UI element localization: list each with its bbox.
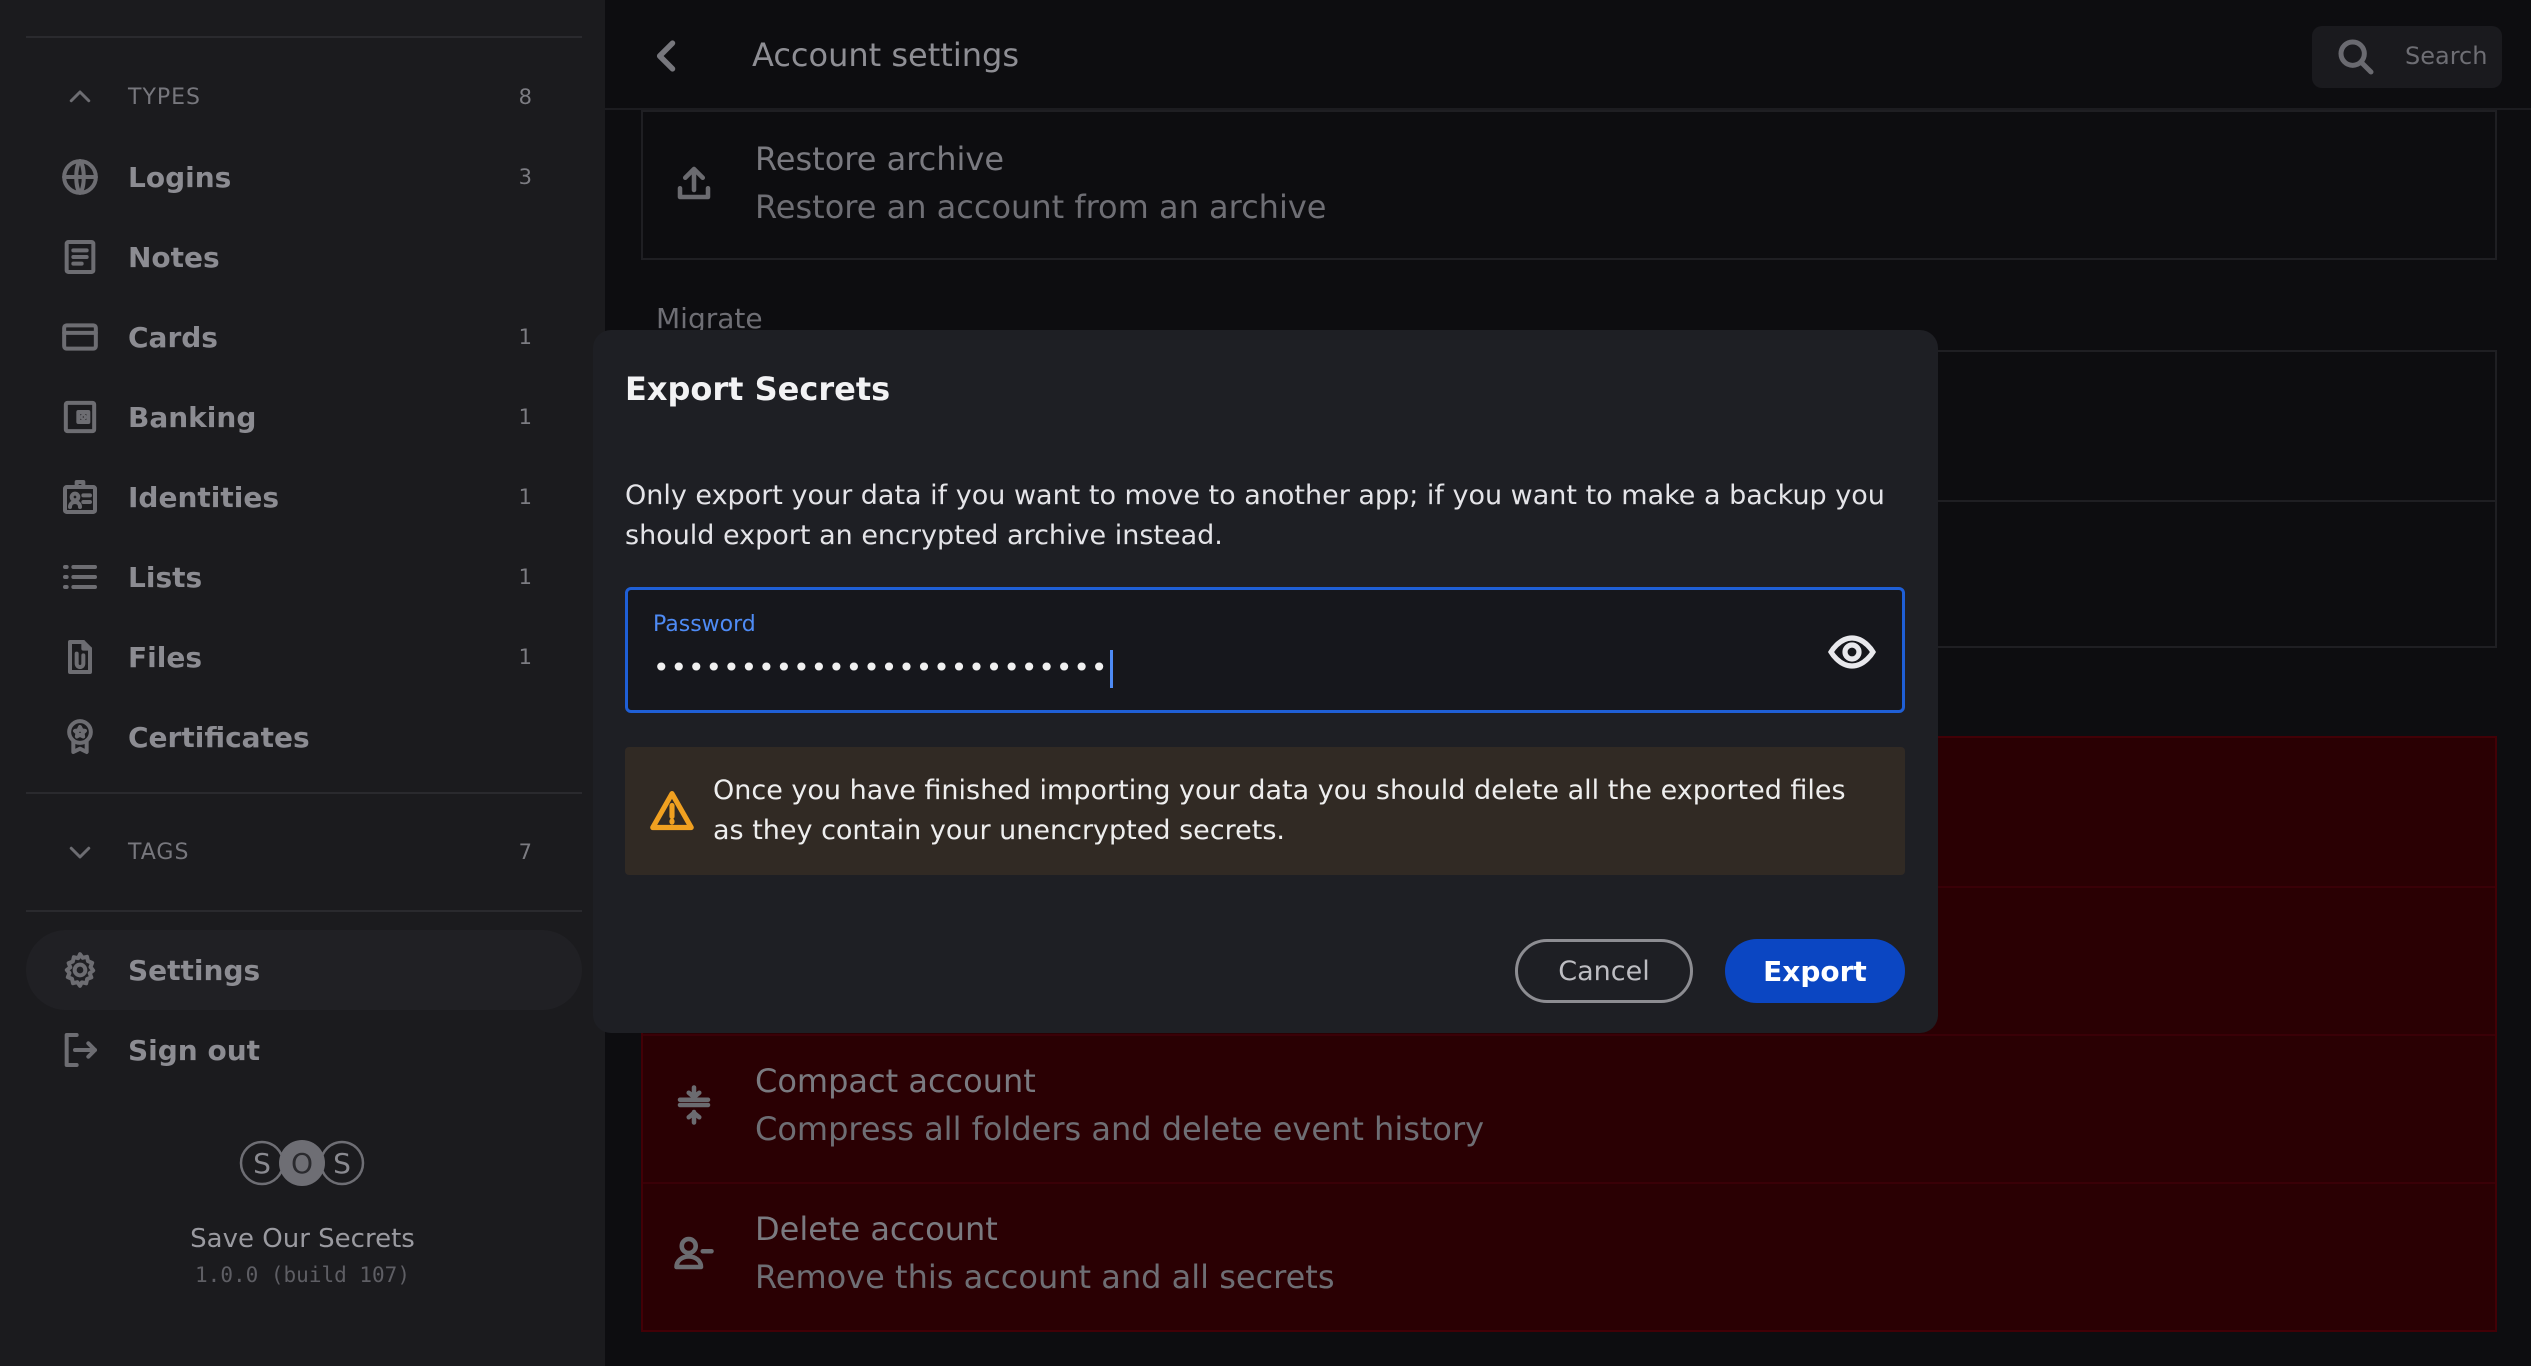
- tags-section-label: TAGS: [128, 839, 190, 865]
- logo-letter: S: [333, 1147, 351, 1180]
- sidebar-item-banking[interactable]: Banking 1: [26, 377, 582, 457]
- logo-letter: S: [253, 1147, 271, 1180]
- sidebar-divider: [26, 910, 582, 912]
- export-secrets-dialog: Export Secrets Only export your data if …: [593, 330, 1938, 1033]
- sidebar-item-notes[interactable]: Notes: [26, 217, 582, 297]
- sidebar-item-label: Lists: [128, 560, 203, 594]
- sidebar-item-label: Settings: [128, 953, 261, 987]
- chevron-down-icon: [58, 830, 102, 874]
- warning-text: Once you have finished importing your da…: [713, 775, 1846, 846]
- sidebar-item-files[interactable]: Files 1: [26, 617, 582, 697]
- sidebar-item-logins[interactable]: Logins 3: [26, 137, 582, 217]
- sidebar-item-count: 1: [518, 485, 532, 509]
- text-caret: [1110, 650, 1114, 688]
- globe-icon: [58, 155, 102, 199]
- sidebar-item-count: 1: [518, 405, 532, 429]
- gear-icon: [58, 948, 102, 992]
- note-icon: [58, 235, 102, 279]
- sidebar-item-certificates[interactable]: Certificates: [26, 697, 582, 777]
- types-section-toggle[interactable]: TYPES 8: [26, 57, 582, 137]
- search-button[interactable]: Search: [2312, 26, 2502, 88]
- sidebar-item-label: Identities: [128, 480, 280, 514]
- credit-card-icon: [58, 315, 102, 359]
- sidebar-item-label: Logins: [128, 160, 232, 194]
- header: Account settings Search: [605, 0, 2531, 110]
- sidebar-item-count: 3: [518, 165, 532, 189]
- eye-icon: [1828, 635, 1876, 669]
- certificate-icon: [58, 715, 102, 759]
- password-field[interactable]: Password ••••••••••••••••••••••••••: [625, 587, 1905, 713]
- sidebar-item-count: 1: [518, 325, 532, 349]
- sidebar-item-label: Files: [128, 640, 202, 674]
- sidebar-item-label: Cards: [128, 320, 218, 354]
- sidebar-item-label: Certificates: [128, 720, 310, 754]
- toggle-password-visibility-button[interactable]: [1828, 628, 1876, 676]
- logo-letter: O: [291, 1147, 313, 1180]
- wallet-icon: [58, 395, 102, 439]
- restore-archive-row[interactable]: Restore archive Restore an account from …: [643, 112, 2495, 260]
- sidebar-item-count: 1: [518, 565, 532, 589]
- sidebar-divider: [26, 36, 582, 38]
- delete-account-row[interactable]: Delete account Remove this account and a…: [643, 1182, 2495, 1330]
- sidebar-item-lists[interactable]: Lists 1: [26, 537, 582, 617]
- row-title: Delete account: [755, 1210, 998, 1248]
- row-subtitle: Restore an account from an archive: [755, 188, 1327, 226]
- sidebar: TYPES 8 Logins 3 Notes Cards 1 Banking 1: [0, 0, 605, 1366]
- back-button[interactable]: [645, 34, 689, 78]
- types-count: 8: [518, 85, 532, 109]
- id-badge-icon: [58, 475, 102, 519]
- sidebar-item-label: Notes: [128, 240, 220, 274]
- upload-icon: [673, 162, 721, 210]
- password-label: Password: [653, 612, 756, 637]
- app-name: Save Our Secrets: [190, 1224, 415, 1254]
- tags-count: 7: [518, 840, 532, 864]
- sidebar-item-label: Sign out: [128, 1033, 261, 1067]
- search-label: Search: [2405, 42, 2488, 70]
- sidebar-item-identities[interactable]: Identities 1: [26, 457, 582, 537]
- search-icon: [2338, 39, 2374, 75]
- row-title: Compact account: [755, 1062, 1036, 1100]
- cancel-button[interactable]: Cancel: [1515, 939, 1693, 1003]
- sidebar-item-count: 1: [518, 645, 532, 669]
- row-subtitle: Compress all folders and delete event hi…: [755, 1110, 1485, 1148]
- app-version: 1.0.0 (build 107): [195, 1263, 410, 1287]
- sidebar-item-sign-out[interactable]: Sign out: [26, 1010, 582, 1090]
- sidebar-divider: [26, 792, 582, 794]
- warning-alert: Once you have finished importing your da…: [625, 747, 1905, 875]
- compress-icon: [673, 1084, 721, 1132]
- dialog-title: Export Secrets: [625, 370, 891, 408]
- password-input[interactable]: ••••••••••••••••••••••••••: [653, 650, 1114, 688]
- sidebar-item-settings[interactable]: Settings: [26, 930, 582, 1010]
- restore-card: Restore archive Restore an account from …: [641, 110, 2497, 260]
- tags-section-toggle[interactable]: TAGS 7: [26, 812, 582, 892]
- export-button[interactable]: Export: [1725, 939, 1905, 1003]
- warning-icon: [649, 789, 695, 833]
- sidebar-item-label: Banking: [128, 400, 257, 434]
- user-minus-icon: [673, 1232, 721, 1280]
- dialog-description: Only export your data if you want to mov…: [625, 480, 1885, 551]
- chevron-up-icon: [58, 75, 102, 119]
- chevron-left-icon: [656, 40, 676, 72]
- sidebar-item-cards[interactable]: Cards 1: [26, 297, 582, 377]
- page-title: Account settings: [752, 36, 1019, 74]
- sign-out-icon: [58, 1028, 102, 1072]
- app-logo: S O S: [239, 1140, 365, 1186]
- paperclip-file-icon: [58, 635, 102, 679]
- row-subtitle: Remove this account and all secrets: [755, 1258, 1335, 1296]
- list-icon: [58, 555, 102, 599]
- password-value: ••••••••••••••••••••••••••: [653, 651, 1109, 684]
- compact-account-row[interactable]: Compact account Compress all folders and…: [643, 1034, 2495, 1182]
- types-section-label: TYPES: [128, 84, 202, 110]
- row-title: Restore archive: [755, 140, 1005, 178]
